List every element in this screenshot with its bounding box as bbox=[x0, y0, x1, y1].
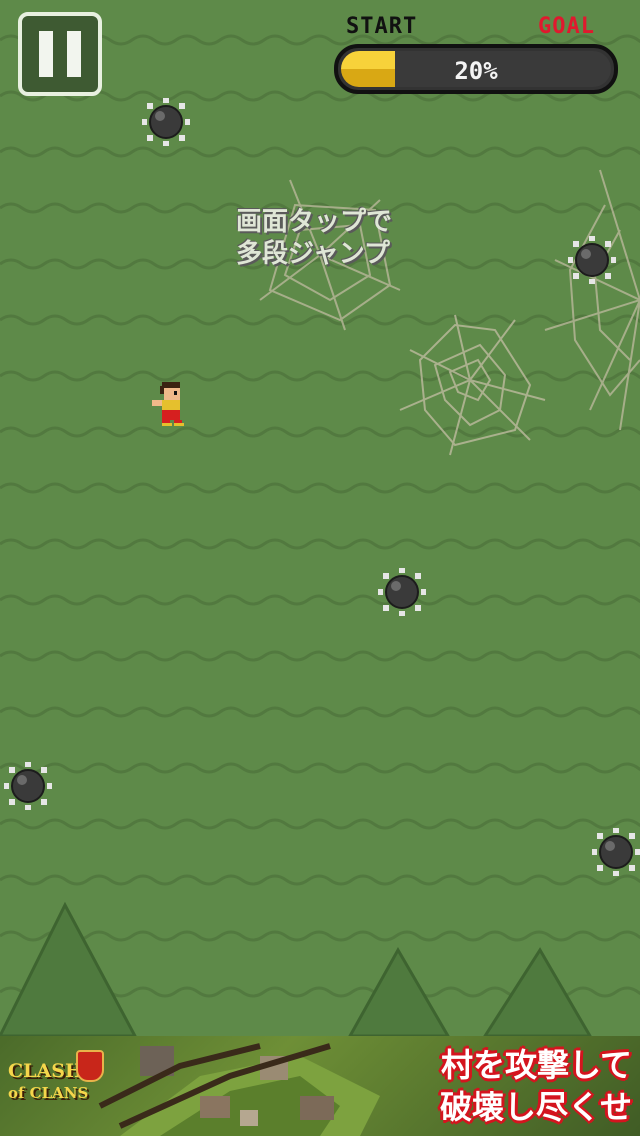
pause-icon-bar-right bbox=[67, 31, 81, 77]
ad-shield-icon bbox=[76, 1050, 104, 1082]
tap-hint-line1: 画面タップで bbox=[236, 207, 393, 237]
spike-mine-2 bbox=[568, 236, 616, 284]
wave-line bbox=[0, 314, 640, 326]
ad-tagline: 村を攻撃して 破壊し尽くせ bbox=[440, 1044, 632, 1128]
spike-mine-4 bbox=[4, 762, 52, 810]
wave-line bbox=[0, 818, 640, 830]
wave-line bbox=[0, 146, 640, 158]
spike-mine-1 bbox=[142, 98, 190, 146]
ad-tagline-line1: 村を攻撃して bbox=[440, 1046, 632, 1084]
wave-line bbox=[0, 706, 640, 718]
progress-percent: 20% bbox=[454, 57, 498, 85]
wave-line bbox=[0, 370, 640, 382]
player-character bbox=[152, 382, 184, 426]
wave-line bbox=[0, 930, 640, 942]
tap-hint-line2: 多段ジャンプ bbox=[236, 239, 390, 269]
cave-background bbox=[0, 34, 640, 1038]
start-label: START bbox=[346, 14, 418, 39]
wave-line bbox=[0, 650, 640, 662]
wave-line bbox=[0, 594, 640, 606]
level-progress-bar: 20% bbox=[334, 44, 618, 94]
game-stage[interactable]: START GOAL 20% 画面タップで 多段ジャンプ CLASH of CL… bbox=[0, 0, 640, 1136]
wave-line bbox=[0, 874, 640, 886]
pause-button[interactable] bbox=[18, 12, 102, 96]
goal-label: GOAL bbox=[538, 14, 595, 39]
mountain-spikes bbox=[0, 901, 593, 1038]
wave-line bbox=[0, 426, 640, 438]
spider-web-3 bbox=[544, 169, 640, 431]
wave-line bbox=[0, 482, 640, 494]
wave-line bbox=[0, 762, 640, 774]
ad-logo-line1: CLASH bbox=[8, 1060, 83, 1082]
spike-mine-5 bbox=[592, 828, 640, 876]
ad-logo-line2: of CLANS bbox=[8, 1084, 89, 1102]
ad-tagline-line2: 破壊し尽くせ bbox=[439, 1088, 632, 1126]
spike-mine-3 bbox=[378, 568, 426, 616]
pause-icon-bar-left bbox=[39, 31, 53, 77]
ad-banner[interactable]: CLASH of CLANS 村を攻撃して 破壊し尽くせ bbox=[0, 1036, 640, 1136]
tap-hint: 画面タップで 多段ジャンプ bbox=[236, 206, 416, 270]
wave-line bbox=[0, 538, 640, 550]
